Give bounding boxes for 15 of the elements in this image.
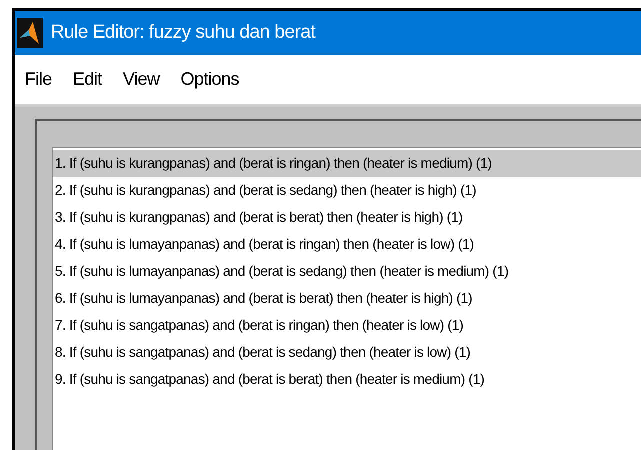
rule-item[interactable]: 5. If (suhu is lumayanpanas) and (berat is sedang) then (heater is medium) (1): [53, 258, 641, 285]
rule-item[interactable]: 4. If (suhu is lumayanpanas) and (berat is ringan) then (heater is low) (1): [53, 231, 641, 258]
menu-item[interactable]: Edit: [73, 66, 102, 93]
rule-item[interactable]: 6. If (suhu is lumayanpanas) and (berat is berat) then (heater is high) (1): [53, 285, 641, 312]
app-logo-icon: [17, 18, 43, 48]
menu-item[interactable]: Options: [180, 66, 240, 93]
window-title: Rule Editor: fuzzy suhu dan berat: [51, 20, 316, 45]
rule-item[interactable]: 3. If (suhu is kurangpanas) and (berat is berat) then (heater is high) (1): [53, 204, 641, 231]
rule-item[interactable]: 8. If (suhu is sangatpanas) and (berat is sedang) then (heater is low) (1): [53, 339, 641, 366]
rule-item[interactable]: 7. If (suhu is sangatpanas) and (berat is ringan) then (heater is low) (1): [53, 312, 641, 339]
menu-item[interactable]: View: [123, 66, 160, 93]
rule-item[interactable]: 9. If (suhu is sangatpanas) and (berat is berat) then (heater is medium) (1): [53, 366, 641, 393]
menu-item[interactable]: File: [25, 66, 52, 93]
rule-item[interactable]: 1. If (suhu is kurangpanas) and (berat is ringan) then (heater is medium) (1): [53, 150, 641, 177]
rule-item[interactable]: 2. If (suhu is kurangpanas) and (berat is sedang) then (heater is high) (1): [53, 177, 641, 204]
